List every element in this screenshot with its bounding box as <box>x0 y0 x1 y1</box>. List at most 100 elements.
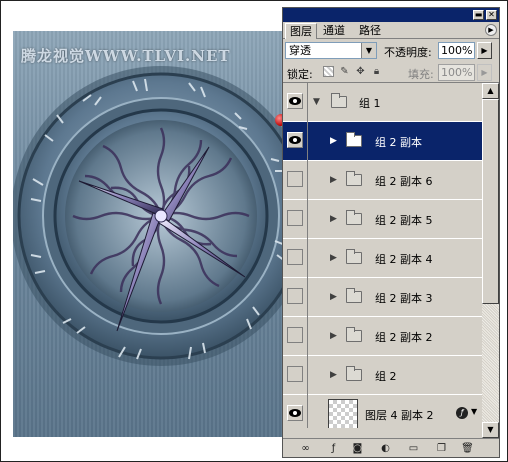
visibility-toggle[interactable] <box>287 132 303 148</box>
panel-bottom-toolbar: ∞ ƒ ◙ ◐ ▭ ❐ 🗑︎ <box>283 438 499 457</box>
layer-name: 组 2 副本 <box>375 136 422 149</box>
folder-icon <box>346 171 362 186</box>
column-divider <box>307 83 308 122</box>
layer-row-group-2-copy-5[interactable]: ▶ 组 2 副本 5 <box>283 200 482 239</box>
folder-icon <box>346 132 362 147</box>
layer-name: 组 1 <box>359 97 381 110</box>
lock-all-icon[interactable]: 🔒︎ <box>371 66 382 77</box>
column-divider <box>307 239 308 278</box>
layer-name: 图层 4 副本 2 <box>365 409 434 422</box>
lock-transparency-icon[interactable] <box>323 66 334 77</box>
tab-paths[interactable]: 路径 <box>355 23 385 39</box>
fill-input[interactable]: 100% <box>438 64 475 81</box>
document-canvas[interactable]: 腾龙视觉WWW.TLVI.NET <box>13 31 285 437</box>
panel-tabs: 图层 通道 路径 ▶ <box>283 22 499 39</box>
lock-move-icon[interactable]: ✥ <box>355 66 366 77</box>
link-icon[interactable]: ∞ <box>299 442 312 455</box>
column-divider <box>307 395 308 428</box>
column-divider <box>307 278 308 317</box>
visibility-toggle[interactable] <box>287 249 303 265</box>
column-divider <box>307 122 308 161</box>
scroll-down-button[interactable]: ▼ <box>482 422 499 438</box>
visibility-toggle[interactable] <box>287 93 303 109</box>
scroll-thumb[interactable] <box>482 99 499 304</box>
opacity-input[interactable]: 100% <box>438 42 475 59</box>
layer-effects-icon[interactable]: ƒ <box>456 407 468 419</box>
layer-name: 组 2 副本 3 <box>375 292 433 305</box>
folder-icon <box>346 366 362 381</box>
expand-triangle-icon[interactable]: ▶ <box>330 214 337 224</box>
layer-row-group-1[interactable]: ▼ 组 1 <box>283 83 482 122</box>
trash-icon[interactable]: 🗑︎ <box>461 442 474 455</box>
expand-triangle-icon[interactable]: ▶ <box>330 175 337 185</box>
blend-mode-value: 穿透 <box>289 44 311 57</box>
minimize-button[interactable]: ▬ <box>473 10 484 20</box>
opacity-label: 不透明度: <box>384 46 432 59</box>
layer-row-group-2-copy-6[interactable]: ▶ 组 2 副本 6 <box>283 161 482 200</box>
layer-row-layer-4-copy-2[interactable]: 图层 4 副本 2 ƒ ▼ <box>283 395 482 428</box>
scroll-up-button[interactable]: ▲ <box>482 83 499 99</box>
watermark-text: 腾龙视觉WWW.TLVI.NET <box>21 47 231 65</box>
layer-row-group-2-copy-3[interactable]: ▶ 组 2 副本 3 <box>283 278 482 317</box>
folder-icon <box>346 249 362 264</box>
tab-channels[interactable]: 通道 <box>319 23 349 39</box>
fill-label: 填充: <box>408 68 434 81</box>
tab-layers[interactable]: 图层 <box>285 23 317 39</box>
opacity-slider-button[interactable]: ▶ <box>477 42 492 59</box>
layer-name: 组 2 副本 6 <box>375 175 433 188</box>
chevron-down-icon[interactable]: ▼ <box>471 407 477 416</box>
lock-fill-row: 锁定: ✎ ✥ 🔒︎ 填充: 100% ▶ <box>283 61 499 83</box>
expand-triangle-icon[interactable]: ▶ <box>330 253 337 263</box>
layer-row-group-2[interactable]: ▶ 组 2 <box>283 356 482 395</box>
layer-row-group-2-copy-2[interactable]: ▶ 组 2 副本 2 <box>283 317 482 356</box>
layer-name: 组 2 副本 5 <box>375 214 433 227</box>
layer-name: 组 2 <box>375 370 397 383</box>
column-divider <box>307 317 308 356</box>
new-group-icon[interactable]: ▭ <box>407 442 420 455</box>
layer-row-group-2-copy[interactable]: ▶ 组 2 副本 <box>283 122 482 161</box>
column-divider <box>307 161 308 200</box>
close-button[interactable]: ✕ <box>486 10 497 20</box>
layer-row-group-2-copy-4[interactable]: ▶ 组 2 副本 4 <box>283 239 482 278</box>
blend-opacity-row: 穿透 ▼ 不透明度: 100% ▶ <box>283 39 499 61</box>
eye-icon <box>289 97 301 105</box>
column-divider <box>307 356 308 395</box>
expand-triangle-icon[interactable]: ▶ <box>330 370 337 380</box>
folder-icon <box>331 93 347 108</box>
new-layer-icon[interactable]: ❐ <box>435 442 448 455</box>
layer-name: 组 2 副本 2 <box>375 331 433 344</box>
eye-icon <box>289 136 301 144</box>
layer-thumbnail <box>328 399 358 428</box>
layer-style-icon[interactable]: ƒ <box>327 442 340 455</box>
panel-titlebar[interactable]: ▬ ✕ <box>283 8 499 22</box>
column-divider <box>307 200 308 239</box>
lock-brush-icon[interactable]: ✎ <box>339 66 350 77</box>
visibility-toggle[interactable] <box>287 405 303 421</box>
visibility-toggle[interactable] <box>287 288 303 304</box>
expand-triangle-icon[interactable]: ▼ <box>313 97 320 107</box>
clock-artwork <box>13 66 285 366</box>
folder-icon <box>346 288 362 303</box>
layers-list: ▼ 组 1 ▶ 组 2 副本 ▶ 组 2 副本 6 ▶ 组 2 副本 5 ▶ 组… <box>283 83 482 428</box>
blend-mode-select[interactable]: 穿透 ▼ <box>285 42 377 59</box>
expand-triangle-icon[interactable]: ▶ <box>330 331 337 341</box>
panel-menu-button[interactable]: ▶ <box>485 24 497 36</box>
eye-icon <box>289 409 301 417</box>
fill-slider-button[interactable]: ▶ <box>477 64 492 81</box>
visibility-toggle[interactable] <box>287 366 303 382</box>
expand-triangle-icon[interactable]: ▶ <box>330 136 337 146</box>
layer-name: 组 2 副本 4 <box>375 253 433 266</box>
adjustment-icon[interactable]: ◐ <box>379 442 392 455</box>
expand-triangle-icon[interactable]: ▶ <box>330 292 337 302</box>
visibility-toggle[interactable] <box>287 171 303 187</box>
layers-scrollbar[interactable]: ▲ ▼ <box>482 83 499 438</box>
visibility-toggle[interactable] <box>287 327 303 343</box>
window-frame: 腾龙视觉WWW.TLVI.NET ▬ ✕ 图层 通道 路径 ▶ 穿透 ▼ 不透明… <box>0 0 508 462</box>
lock-label: 锁定: <box>287 68 313 81</box>
mask-icon[interactable]: ◙ <box>351 442 364 455</box>
folder-icon <box>346 327 362 342</box>
layers-panel: ▬ ✕ 图层 通道 路径 ▶ 穿透 ▼ 不透明度: 100% ▶ 锁定: ✎ ✥… <box>282 7 500 458</box>
folder-icon <box>346 210 362 225</box>
chevron-down-icon[interactable]: ▼ <box>361 43 376 58</box>
visibility-toggle[interactable] <box>287 210 303 226</box>
